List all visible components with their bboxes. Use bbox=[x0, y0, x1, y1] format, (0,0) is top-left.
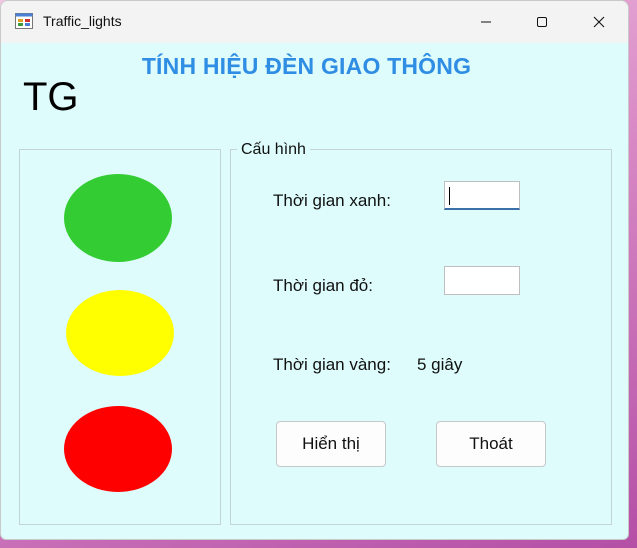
app-window: Traffic_lights TÍNH HIỆU ĐÈN GIAO THÔNG … bbox=[0, 0, 629, 540]
exit-button[interactable]: Thoát bbox=[436, 421, 546, 467]
close-icon bbox=[593, 16, 605, 28]
red-time-label: Thời gian đỏ: bbox=[273, 276, 373, 295]
minimize-button[interactable] bbox=[458, 1, 514, 43]
minimize-icon bbox=[481, 21, 491, 23]
maximize-button[interactable] bbox=[514, 1, 570, 43]
green-time-input[interactable] bbox=[444, 181, 520, 210]
text-caret bbox=[449, 187, 450, 205]
red-time-input[interactable] bbox=[444, 266, 520, 295]
green-light bbox=[64, 174, 172, 262]
app-icon bbox=[15, 13, 33, 29]
title-bar[interactable]: Traffic_lights bbox=[1, 1, 628, 43]
time-display-label: TG bbox=[23, 75, 79, 119]
yellow-time-value: 5 giây bbox=[417, 355, 463, 374]
yellow-time-label: Thời gian vàng: bbox=[273, 355, 391, 374]
config-legend: Cấu hình bbox=[237, 141, 310, 159]
traffic-lights-panel bbox=[19, 149, 221, 525]
show-button[interactable]: Hiển thị bbox=[276, 421, 386, 467]
yellow-light bbox=[66, 290, 174, 376]
config-groupbox: Cấu hình Thời gian xanh: Thời gian đỏ: T… bbox=[230, 141, 612, 525]
window-title: Traffic_lights bbox=[43, 13, 122, 29]
red-light bbox=[64, 406, 172, 492]
page-title: TÍNH HIỆU ĐÈN GIAO THÔNG bbox=[141, 53, 472, 79]
green-time-label: Thời gian xanh: bbox=[273, 191, 391, 210]
maximize-icon bbox=[537, 17, 547, 27]
close-button[interactable] bbox=[571, 1, 627, 43]
